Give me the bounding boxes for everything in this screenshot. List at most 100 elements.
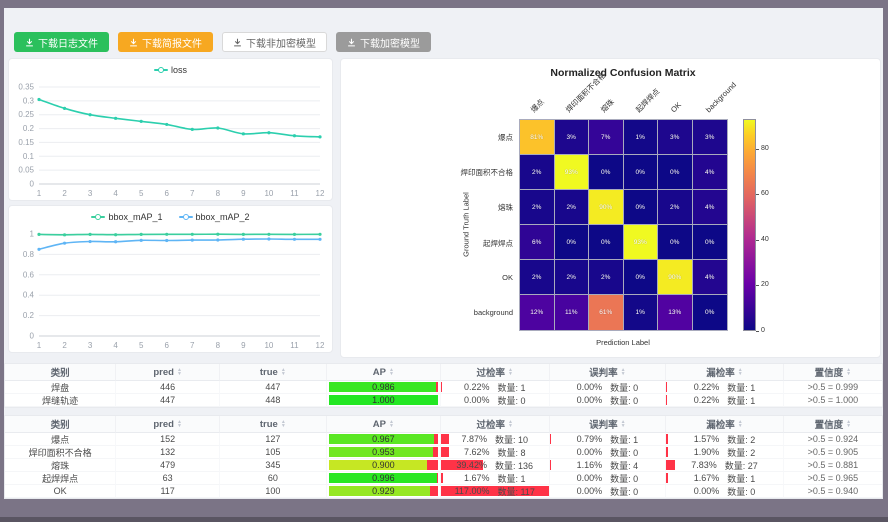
- sort-icon[interactable]: ▲▼: [846, 368, 851, 376]
- cell-pred: 447: [116, 394, 219, 407]
- map-chart-card: bbox_mAP_1bbox_mAP_2 00.20.40.60.8112345…: [8, 205, 333, 353]
- rate-bar: [550, 460, 551, 470]
- svg-text:1: 1: [30, 230, 35, 239]
- sort-icon[interactable]: ▲▼: [177, 368, 182, 376]
- cell-over-rate: 0.00%数量: 0: [441, 394, 550, 407]
- column-header-误判率[interactable]: 误判率▲▼: [550, 416, 667, 433]
- rate-count: 数量: 0: [610, 394, 638, 407]
- sort-icon[interactable]: ▲▼: [389, 420, 394, 428]
- column-header-AP[interactable]: AP▲▼: [327, 364, 441, 381]
- cell-true: 448: [220, 394, 327, 407]
- sort-icon[interactable]: ▲▼: [621, 368, 626, 376]
- sort-icon[interactable]: ▲▼: [508, 420, 513, 428]
- matrix-col-label: 熔珠: [599, 97, 617, 115]
- sort-icon[interactable]: ▲▼: [281, 420, 286, 428]
- download-button-3[interactable]: 下载非加密模型: [222, 32, 327, 52]
- svg-text:0: 0: [30, 180, 35, 189]
- matrix-cell: 93%: [624, 225, 659, 260]
- svg-text:0.1: 0.1: [23, 152, 35, 161]
- legend-marker-ring: [158, 67, 164, 73]
- table-row: 焊缝轨迹4474481.0000.00%数量: 00.00%数量: 00.22%…: [5, 394, 882, 407]
- matrix-cell-value: 90%: [668, 274, 681, 281]
- legend-item-bbox_mAP_2[interactable]: bbox_mAP_2: [179, 212, 250, 222]
- cell-over-rate: 7.87% 数量: 10: [441, 433, 550, 446]
- table-header-row: 类别pred▲▼true▲▼AP▲▼过检率▲▼误判率▲▼漏检率▲▼置信度▲▼: [5, 416, 882, 433]
- svg-text:12: 12: [316, 341, 325, 350]
- cell-over-rate: 7.62%数量: 8: [441, 446, 550, 459]
- download-button-label: 下载日志文件: [38, 35, 98, 50]
- matrix-cell: 0%: [624, 155, 659, 190]
- matrix-cell: 2%: [555, 190, 590, 225]
- rate-percent: 1.67%: [694, 473, 720, 483]
- cell-class-label: 爆点: [5, 433, 116, 446]
- rate-count: 数量: 1: [497, 381, 525, 394]
- download-button-1[interactable]: 下载日志文件: [14, 32, 109, 52]
- svg-text:3: 3: [88, 341, 93, 350]
- column-header-label: true: [260, 419, 278, 430]
- sort-icon[interactable]: ▲▼: [621, 420, 626, 428]
- cell-true: 100: [220, 485, 327, 498]
- cell-ap: 0.900: [327, 459, 441, 472]
- svg-text:0.15: 0.15: [18, 138, 34, 147]
- confusion-matrix-card: Normalized Confusion Matrix Ground Truth…: [340, 58, 881, 358]
- sort-icon[interactable]: ▲▼: [738, 368, 743, 376]
- column-header-AP[interactable]: AP▲▼: [327, 416, 441, 433]
- loss-chart-legend: loss: [9, 65, 332, 75]
- sort-icon[interactable]: ▲▼: [281, 368, 286, 376]
- column-header-漏检率[interactable]: 漏检率▲▼: [666, 364, 784, 381]
- cell-miss-rate: 0.00%数量: 0: [666, 485, 784, 498]
- rate-count: 数量: 10: [495, 433, 528, 446]
- column-header-过检率[interactable]: 过检率▲▼: [441, 416, 550, 433]
- toolbar: 下载日志文件 下载简报文件下载非加密模型下载加密模型: [14, 32, 431, 52]
- column-header-置信度[interactable]: 置信度▲▼: [784, 416, 882, 433]
- matrix-cell-value: 93%: [634, 239, 647, 246]
- cell-confidence: >0.5 = 0.881: [784, 459, 882, 472]
- sort-icon[interactable]: ▲▼: [508, 368, 513, 376]
- matrix-cell-value: 7%: [601, 134, 610, 141]
- cell-pred: 479: [116, 459, 219, 472]
- cell-ap: 0.986: [327, 381, 441, 394]
- svg-text:8: 8: [216, 341, 221, 350]
- sort-icon[interactable]: ▲▼: [738, 420, 743, 428]
- matrix-cell-value: 0%: [601, 169, 610, 176]
- rate-percent: 39.42%: [456, 460, 487, 470]
- rate-percent: 0.00%: [464, 395, 490, 405]
- metrics-tables: 类别pred▲▼true▲▼AP▲▼过检率▲▼误判率▲▼漏检率▲▼置信度▲▼焊盘…: [4, 363, 883, 506]
- loss-chart-card: loss 00.050.10.150.20.250.30.35123456789…: [8, 58, 333, 201]
- matrix-cell-value: 2%: [670, 204, 679, 211]
- rate-bar: [441, 473, 443, 483]
- column-header-过检率[interactable]: 过检率▲▼: [441, 364, 550, 381]
- column-header-label: 过检率: [476, 417, 505, 431]
- confidence-value: >0.5 = 0.924: [808, 434, 859, 444]
- svg-text:0.3: 0.3: [23, 96, 35, 105]
- column-header-pred[interactable]: pred▲▼: [116, 364, 219, 381]
- download-button-4[interactable]: 下载加密模型: [336, 32, 431, 52]
- rate-percent: 7.87%: [461, 434, 487, 444]
- matrix-cell-value: 4%: [705, 274, 714, 281]
- svg-text:0: 0: [30, 332, 35, 341]
- matrix-col-label: background: [704, 80, 739, 115]
- colorbar-tick-label: 60: [761, 190, 769, 197]
- sort-icon[interactable]: ▲▼: [846, 420, 851, 428]
- legend-item-loss[interactable]: loss: [154, 65, 187, 75]
- sort-icon[interactable]: ▲▼: [389, 368, 394, 376]
- svg-text:2: 2: [62, 341, 67, 350]
- legend-item-bbox_mAP_1[interactable]: bbox_mAP_1: [91, 212, 162, 222]
- rate-count: 数量: 8: [497, 446, 525, 459]
- cell-true: 60: [220, 472, 327, 485]
- column-header-true[interactable]: true▲▼: [220, 364, 327, 381]
- column-header-置信度[interactable]: 置信度▲▼: [784, 364, 882, 381]
- download-button-2[interactable]: 下载简报文件: [118, 32, 213, 52]
- rate-bar: [666, 447, 668, 457]
- legend-label: bbox_mAP_1: [108, 212, 162, 222]
- window-frame-edge: [0, 517, 888, 522]
- matrix-cell-value: 2%: [532, 204, 541, 211]
- column-header-true[interactable]: true▲▼: [220, 416, 327, 433]
- column-header-误判率[interactable]: 误判率▲▼: [550, 364, 667, 381]
- column-header-漏检率[interactable]: 漏检率▲▼: [666, 416, 784, 433]
- svg-text:10: 10: [264, 341, 273, 350]
- matrix-cell-value: 93%: [565, 169, 578, 176]
- matrix-cell: 81%: [520, 120, 555, 155]
- sort-icon[interactable]: ▲▼: [177, 420, 182, 428]
- column-header-pred[interactable]: pred▲▼: [116, 416, 219, 433]
